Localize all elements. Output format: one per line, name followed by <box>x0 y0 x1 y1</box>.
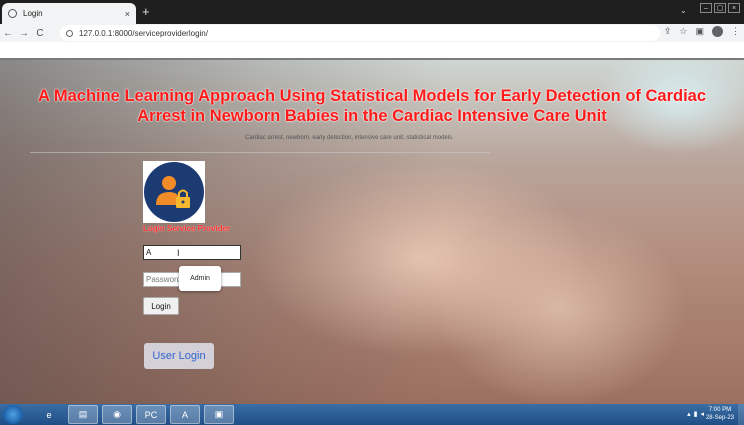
header-divider <box>30 152 490 153</box>
page-body: A Machine Learning Approach Using Statis… <box>0 58 744 404</box>
close-window-button[interactable]: × <box>728 3 740 13</box>
login-button[interactable]: Login <box>143 297 179 315</box>
clock-date: 28-Sep-23 <box>705 415 734 421</box>
network-icon[interactable]: ▮ <box>694 410 698 418</box>
taskbar: e ▤ ◉ PC A ▣ ▴ ▮ ◂ 7:00 PM 28-Sep-23 <box>0 404 744 425</box>
ie-icon[interactable]: e <box>34 405 64 424</box>
window-icon[interactable]: ▣ <box>204 405 234 424</box>
tab-close-icon[interactable]: × <box>125 9 130 19</box>
start-button[interactable] <box>3 405 23 424</box>
maximize-button[interactable]: ▢ <box>714 3 726 13</box>
top-divider <box>0 58 744 60</box>
login-lock-icon <box>143 161 205 223</box>
browser-tabstrip: Login × + ⌄ – ▢ × <box>0 0 744 24</box>
folder-icon[interactable]: ▤ <box>68 405 98 424</box>
pycharm-icon[interactable]: PC <box>136 405 166 424</box>
toolbar-actions: ⇪ ☆ ▣ ⋮ <box>664 26 740 37</box>
user-login-link[interactable]: User Login <box>144 343 214 369</box>
text-cursor-icon: I <box>177 248 180 258</box>
page-top-margin <box>0 42 744 58</box>
clock-time: 7:00 PM <box>708 407 732 413</box>
page-subtitle: Cardiac arrest, newborn, early detection… <box>245 135 453 141</box>
page-title: A Machine Learning Approach Using Statis… <box>37 87 707 125</box>
bookmark-star-icon[interactable]: ☆ <box>679 26 687 37</box>
tab-title: Login <box>23 9 43 18</box>
tab-login[interactable]: Login × <box>2 3 136 24</box>
chrome-icon[interactable]: ◉ <box>102 405 132 424</box>
reload-button[interactable]: C <box>32 28 48 39</box>
url-text: 127.0.0.1:8000/serviceproviderlogin/ <box>79 28 208 38</box>
forward-button[interactable]: → <box>16 28 32 39</box>
address-bar[interactable]: 127.0.0.1:8000/serviceproviderlogin/ <box>60 25 660 41</box>
window-controls: – ▢ × <box>700 3 740 13</box>
suggestion-text: Admin <box>190 275 210 282</box>
browser-toolbar: ← → C 127.0.0.1:8000/serviceproviderlogi… <box>0 24 744 42</box>
tray-arrow-icon[interactable]: ▴ <box>687 410 691 418</box>
user-login-label: User Login <box>152 350 206 362</box>
clock[interactable]: 7:00 PM 28-Sep-23 <box>706 406 734 422</box>
new-tab-button[interactable]: + <box>142 4 150 19</box>
pdf-icon[interactable]: A <box>170 405 200 424</box>
menu-dots-icon[interactable]: ⋮ <box>731 26 740 37</box>
profile-avatar[interactable] <box>712 26 723 37</box>
autocomplete-suggestion[interactable]: Admin <box>179 266 221 291</box>
share-icon[interactable]: ⇪ <box>664 26 672 37</box>
back-button[interactable]: ← <box>0 28 16 39</box>
site-info-icon[interactable] <box>66 29 73 37</box>
minimize-button[interactable]: – <box>700 3 712 13</box>
tab-search-icon[interactable]: ⌄ <box>680 6 687 15</box>
login-heading: Login Service Provider <box>143 224 231 233</box>
globe-icon <box>8 9 17 18</box>
system-tray: ▴ ▮ ◂ <box>687 410 704 418</box>
show-desktop-button[interactable] <box>738 404 744 425</box>
side-panel-icon[interactable]: ▣ <box>695 26 704 37</box>
volume-icon[interactable]: ◂ <box>700 410 704 418</box>
userid-input[interactable] <box>143 245 241 260</box>
